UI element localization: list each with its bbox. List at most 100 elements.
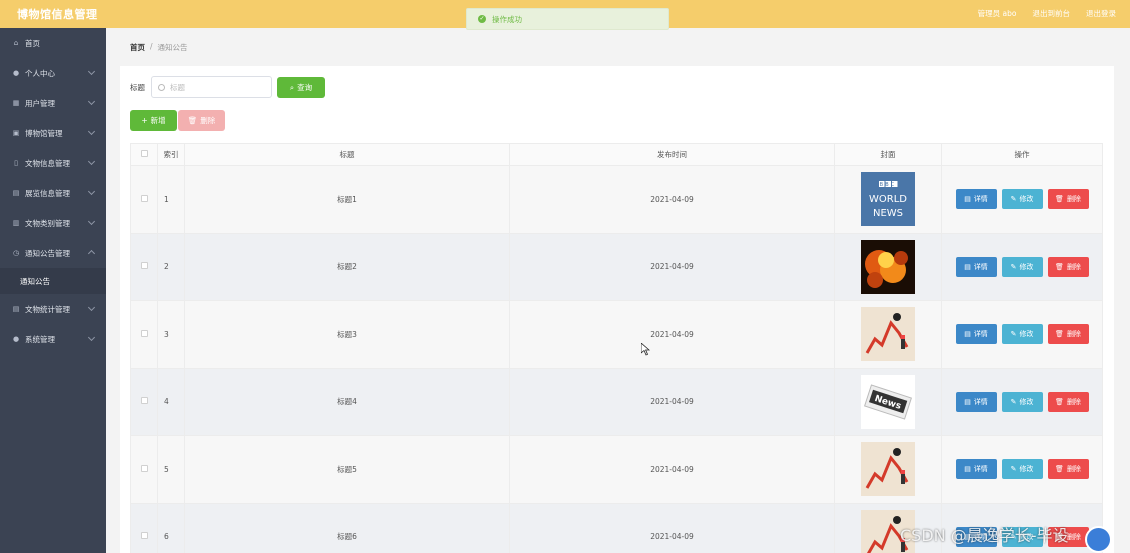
sidebar-item-label: 文物信息管理: [25, 158, 70, 168]
sidebar-item-statistics[interactable]: ▤ 文物统计管理: [0, 294, 106, 324]
artifact-icon: ▯: [14, 159, 18, 167]
edit-button[interactable]: ✎ 修改: [1001, 324, 1043, 345]
row-checkbox[interactable]: [140, 262, 148, 270]
batch-delete-button[interactable]: 🗑 删除: [178, 110, 225, 131]
sidebar-item-label: 文物类别管理: [25, 218, 70, 228]
bbc-cover-line3: NEWS: [873, 208, 903, 219]
pencil-icon: ✎: [1010, 195, 1017, 204]
row-select-cell: [130, 367, 158, 436]
row-checkbox[interactable]: [140, 194, 148, 202]
delete-button[interactable]: 🗑 删除: [1047, 391, 1089, 412]
row-title: 标题1: [184, 165, 510, 234]
trash-icon: 🗑: [187, 116, 198, 125]
user-icon: ●: [12, 69, 20, 77]
delete-button[interactable]: 🗑 删除: [1047, 324, 1089, 345]
detail-button[interactable]: ▤ 详情: [955, 256, 997, 277]
check-circle-icon: ✓: [478, 15, 486, 23]
sidebar-item-label: 文物统计管理: [25, 304, 70, 314]
edit-label: 修改: [1019, 465, 1034, 474]
detail-icon: ▤: [964, 195, 971, 204]
sidebar-item-system[interactable]: ● 系统管理: [0, 324, 106, 354]
trash-icon: 🗑: [1055, 262, 1064, 271]
row-date: 2021-04-09: [509, 502, 835, 553]
sidebar-subitem-notices[interactable]: 通知公告: [0, 268, 106, 294]
delete-button[interactable]: 🗑 删除: [1047, 256, 1089, 277]
sidebar-item-categories[interactable]: ▥ 文物类别管理: [0, 208, 106, 238]
sidebar-item-museum[interactable]: ▣ 博物馆管理: [0, 118, 106, 148]
edit-button[interactable]: ✎ 修改: [1001, 256, 1043, 277]
query-button[interactable]: ⌕ 查询: [277, 77, 325, 98]
search-label: 标题: [130, 83, 145, 92]
row-checkbox[interactable]: [140, 329, 148, 337]
detail-icon: ▤: [964, 465, 971, 474]
trash-icon: 🗑: [1055, 330, 1064, 339]
detail-button[interactable]: ▤ 详情: [955, 324, 997, 345]
search-field[interactable]: [151, 76, 272, 98]
chevron-down-icon: [87, 67, 96, 76]
row-checkbox[interactable]: [140, 464, 148, 472]
select-all-checkbox[interactable]: [140, 150, 148, 157]
add-button[interactable]: + 新增: [130, 110, 177, 131]
cover-image: [861, 239, 915, 294]
breadcrumb-separator: /: [150, 42, 153, 51]
row-date: 2021-04-09: [509, 300, 835, 369]
row-cover-cell: [834, 435, 942, 504]
row-select-cell: [130, 502, 158, 553]
delete-label: 删除: [1066, 532, 1081, 541]
edit-label: 修改: [1019, 195, 1034, 204]
row-title: 标题5: [184, 435, 510, 504]
logout-link[interactable]: 退出登录: [1086, 8, 1116, 19]
delete-label: 删除: [1066, 330, 1081, 339]
watermark-text: CSDN @晨逸学长-毕设: [900, 526, 1069, 545]
trash-icon: 🗑: [1055, 465, 1064, 474]
sidebar-item-exhibitions[interactable]: ▤ 展览信息管理: [0, 178, 106, 208]
sidebar-item-profile[interactable]: ● 个人中心: [0, 58, 106, 88]
search-input[interactable]: [170, 82, 260, 92]
edit-button[interactable]: ✎ 修改: [1001, 459, 1043, 480]
row-index: 4: [157, 367, 185, 436]
row-actions: ▤ 详情 ✎ 修改 🗑 删除: [941, 232, 1103, 301]
table-row: 1 标题1 2021-04-09 BBC WORLD NEWS ▤ 详情 ✎ 修改 🗑 删除: [130, 165, 1103, 234]
row-checkbox[interactable]: [140, 397, 148, 405]
column-header-cover: 封面: [834, 143, 942, 166]
row-index: 3: [157, 300, 185, 369]
toast-message: 操作成功: [492, 14, 522, 24]
table-body: 1 标题1 2021-04-09 BBC WORLD NEWS ▤ 详情 ✎ 修改 🗑 删除 2 标题2 2…: [130, 165, 1103, 553]
mouse-cursor-icon: [640, 342, 651, 358]
detail-button[interactable]: ▤ 详情: [955, 459, 997, 480]
trash-icon: 🗑: [1055, 397, 1064, 406]
row-date: 2021-04-09: [509, 367, 835, 436]
row-checkbox[interactable]: [140, 532, 148, 540]
detail-label: 详情: [973, 330, 988, 339]
breadcrumb-home[interactable]: 首页: [130, 42, 145, 53]
delete-button[interactable]: 🗑 删除: [1047, 459, 1089, 480]
row-actions: ▤ 详情 ✎ 修改 🗑 删除: [941, 300, 1103, 369]
floating-action-button[interactable]: [1085, 526, 1112, 553]
sidebar-item-users[interactable]: ▦ 用户管理: [0, 88, 106, 118]
edit-label: 修改: [1019, 397, 1034, 406]
row-index: 5: [157, 435, 185, 504]
sidebar-item-home[interactable]: ⌂ 首页: [0, 28, 106, 58]
row-index: 2: [157, 232, 185, 301]
sidebar-item-label: 博物馆管理: [25, 128, 63, 138]
search-icon: ⌕: [289, 82, 295, 92]
category-icon: ▥: [12, 219, 20, 227]
add-button-label: 新增: [150, 116, 166, 125]
row-select-cell: [130, 300, 158, 369]
sidebar-item-artifacts[interactable]: ▯ 文物信息管理: [0, 148, 106, 178]
detail-button[interactable]: ▤ 详情: [955, 391, 997, 412]
edit-button[interactable]: ✎ 修改: [1001, 391, 1043, 412]
delete-button[interactable]: 🗑 删除: [1047, 189, 1089, 210]
row-title: 标题6: [184, 502, 510, 553]
cover-image: News: [861, 374, 915, 429]
row-cover-cell: BBC WORLD NEWS: [834, 165, 942, 234]
row-actions: ▤ 详情 ✎ 修改 🗑 删除: [941, 165, 1103, 234]
edit-button[interactable]: ✎ 修改: [1001, 189, 1043, 210]
detail-button[interactable]: ▤ 详情: [955, 189, 997, 210]
detail-icon: ▤: [964, 262, 971, 271]
top-actions: 管理员 abo 退出到前台 退出登录: [978, 8, 1116, 19]
to-front-link[interactable]: 退出到前台: [1033, 8, 1071, 19]
trash-icon: 🗑: [1055, 195, 1064, 204]
edit-label: 修改: [1019, 330, 1034, 339]
sidebar-item-notices[interactable]: ◷ 通知公告管理: [0, 238, 106, 268]
